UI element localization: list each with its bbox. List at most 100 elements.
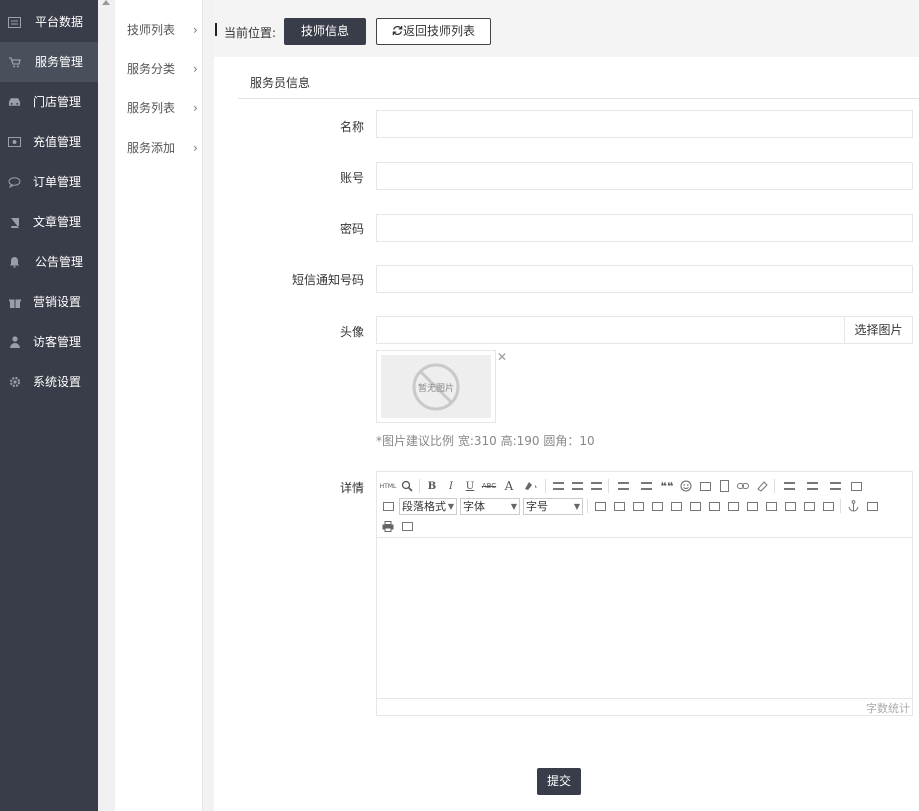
sms-phone-input[interactable] xyxy=(376,265,913,293)
ordered-list-icon[interactable] xyxy=(613,478,633,494)
editor-footer: 字数统计 xyxy=(377,698,912,715)
delete-row-icon[interactable] xyxy=(668,498,684,514)
name-input[interactable] xyxy=(376,110,913,138)
strikethrough-icon[interactable]: ABC xyxy=(481,478,497,494)
content-area: 当前位置: 技师信息 返回技师列表 服务员信息 名称 账号 密码 短信通知号码 … xyxy=(214,0,919,811)
insert-frame-icon[interactable] xyxy=(380,498,396,514)
row-spacing-bottom-icon[interactable] xyxy=(802,478,822,494)
account-input[interactable] xyxy=(376,162,913,190)
fullscreen-icon[interactable] xyxy=(848,478,864,494)
chat-icon xyxy=(8,176,21,188)
toolbar-separator xyxy=(419,479,420,493)
sidebar-item-platform-data[interactable]: 平台数据 xyxy=(0,2,98,42)
print-icon[interactable] xyxy=(380,518,396,534)
merge-right-icon[interactable] xyxy=(744,498,760,514)
back-to-technician-list-button[interactable]: 返回技师列表 xyxy=(376,18,491,45)
sidebar-item-marketing-settings[interactable]: 营销设置 xyxy=(0,282,98,322)
user-icon xyxy=(8,336,21,348)
insert-table-icon[interactable] xyxy=(592,498,608,514)
italic-icon[interactable]: I xyxy=(443,478,459,494)
tab-staff-info[interactable]: 服务员信息 xyxy=(238,57,919,99)
clear-format-icon[interactable] xyxy=(754,478,770,494)
insert-caption-icon[interactable] xyxy=(630,498,646,514)
font-color-icon[interactable]: A xyxy=(500,478,518,494)
link-icon[interactable] xyxy=(735,478,751,494)
toolbar-separator xyxy=(587,499,588,513)
highlight-color-icon[interactable] xyxy=(521,478,541,494)
chevron-right-icon: › xyxy=(193,101,198,115)
dropdown-arrow-icon: ▼ xyxy=(573,501,580,511)
submenu: 技师列表 › 服务分类 › 服务列表 › 服务添加 › xyxy=(115,0,203,811)
refresh-icon xyxy=(392,25,403,36)
font-size-value: 字号 xyxy=(526,499,548,513)
font-family-select[interactable]: 字体 ▼ xyxy=(460,497,520,515)
choose-image-button[interactable]: 选择图片 xyxy=(844,316,913,344)
sidebar-item-service-management[interactable]: 服务管理 xyxy=(0,42,98,82)
align-center-icon[interactable] xyxy=(569,478,585,494)
insert-picture-icon[interactable] xyxy=(864,498,880,514)
paragraph-format-select[interactable]: 段落格式 ▼ xyxy=(399,497,457,515)
anchor-icon[interactable] xyxy=(845,498,861,514)
video-icon[interactable] xyxy=(716,478,732,494)
toolbar-separator xyxy=(840,499,841,513)
password-label: 密码 xyxy=(339,222,364,236)
split-rows-icon[interactable] xyxy=(801,498,817,514)
merge-down-icon[interactable] xyxy=(763,498,779,514)
submenu-scrollbar[interactable] xyxy=(98,0,115,811)
scroll-up-arrow-icon[interactable] xyxy=(102,0,110,5)
underline-icon[interactable]: U xyxy=(462,478,478,494)
insert-row-icon[interactable] xyxy=(649,498,665,514)
technician-info-button[interactable]: 技师信息 xyxy=(284,18,366,45)
bold-icon[interactable]: B xyxy=(424,478,440,494)
line-height-icon[interactable] xyxy=(825,478,845,494)
dropdown-arrow-icon: ▼ xyxy=(447,501,454,511)
detail-label: 详情 xyxy=(339,481,364,495)
sidebar-item-recharge-management[interactable]: 充值管理 xyxy=(0,122,98,162)
merge-cells-icon[interactable] xyxy=(725,498,741,514)
align-right-icon[interactable] xyxy=(588,478,604,494)
editor-toolbar: HTML B I U ABC A ❝❝ 段落格式 ▼ 字体 ▼ 字号 ▼ xyxy=(377,472,912,538)
book-icon xyxy=(8,216,21,228)
source-code-icon[interactable]: HTML xyxy=(380,478,397,494)
password-input[interactable] xyxy=(376,214,913,242)
template-icon[interactable] xyxy=(399,518,415,534)
sidebar-item-notice-management[interactable]: 公告管理 xyxy=(0,242,98,282)
preview-icon[interactable] xyxy=(399,478,415,494)
editor-content-area[interactable] xyxy=(377,538,912,698)
avatar-placeholder: 暂无图片 xyxy=(381,355,491,418)
submenu-item-service-add[interactable]: 服务添加 › xyxy=(127,137,203,159)
submenu-item-service-category[interactable]: 服务分类 › xyxy=(127,58,203,80)
remove-image-icon[interactable]: ✕ xyxy=(497,350,507,364)
avatar-preview: 暂无图片 xyxy=(376,350,496,423)
sidebar-item-article-management[interactable]: 文章管理 xyxy=(0,202,98,242)
avatar-url-input[interactable] xyxy=(376,316,845,344)
row-spacing-top-icon[interactable] xyxy=(779,478,799,494)
font-size-select[interactable]: 字号 ▼ xyxy=(523,497,583,515)
insert-column-icon[interactable] xyxy=(687,498,703,514)
sidebar-item-order-management[interactable]: 订单管理 xyxy=(0,162,98,202)
split-cells-icon[interactable] xyxy=(782,498,798,514)
image-icon[interactable] xyxy=(697,478,713,494)
delete-column-icon[interactable] xyxy=(706,498,722,514)
back-button-label: 返回技师列表 xyxy=(402,24,475,38)
avatar-label: 头像 xyxy=(339,325,364,339)
sidebar-item-system-settings[interactable]: 系统设置 xyxy=(0,362,98,402)
dashboard-icon xyxy=(8,16,21,28)
unordered-list-icon[interactable] xyxy=(636,478,656,494)
bell-icon xyxy=(8,256,21,268)
blockquote-icon[interactable]: ❝❝ xyxy=(659,478,675,494)
gear-icon xyxy=(8,376,21,388)
delete-table-icon[interactable] xyxy=(611,498,627,514)
align-left-icon[interactable] xyxy=(550,478,566,494)
car-icon xyxy=(8,96,21,108)
submenu-item-service-list[interactable]: 服务列表 › xyxy=(127,97,203,119)
sidebar-item-label: 文章管理 xyxy=(33,215,82,229)
sidebar-item-label: 平台数据 xyxy=(35,15,84,29)
sidebar-item-store-management[interactable]: 门店管理 xyxy=(0,82,98,122)
split-cols-icon[interactable] xyxy=(820,498,836,514)
emoji-icon[interactable] xyxy=(678,478,694,494)
submit-button[interactable]: 提交 xyxy=(537,768,581,795)
sidebar-item-visitor-management[interactable]: 访客管理 xyxy=(0,322,98,362)
submenu-item-technician-list[interactable]: 技师列表 › xyxy=(127,19,203,41)
account-label: 账号 xyxy=(339,171,364,185)
